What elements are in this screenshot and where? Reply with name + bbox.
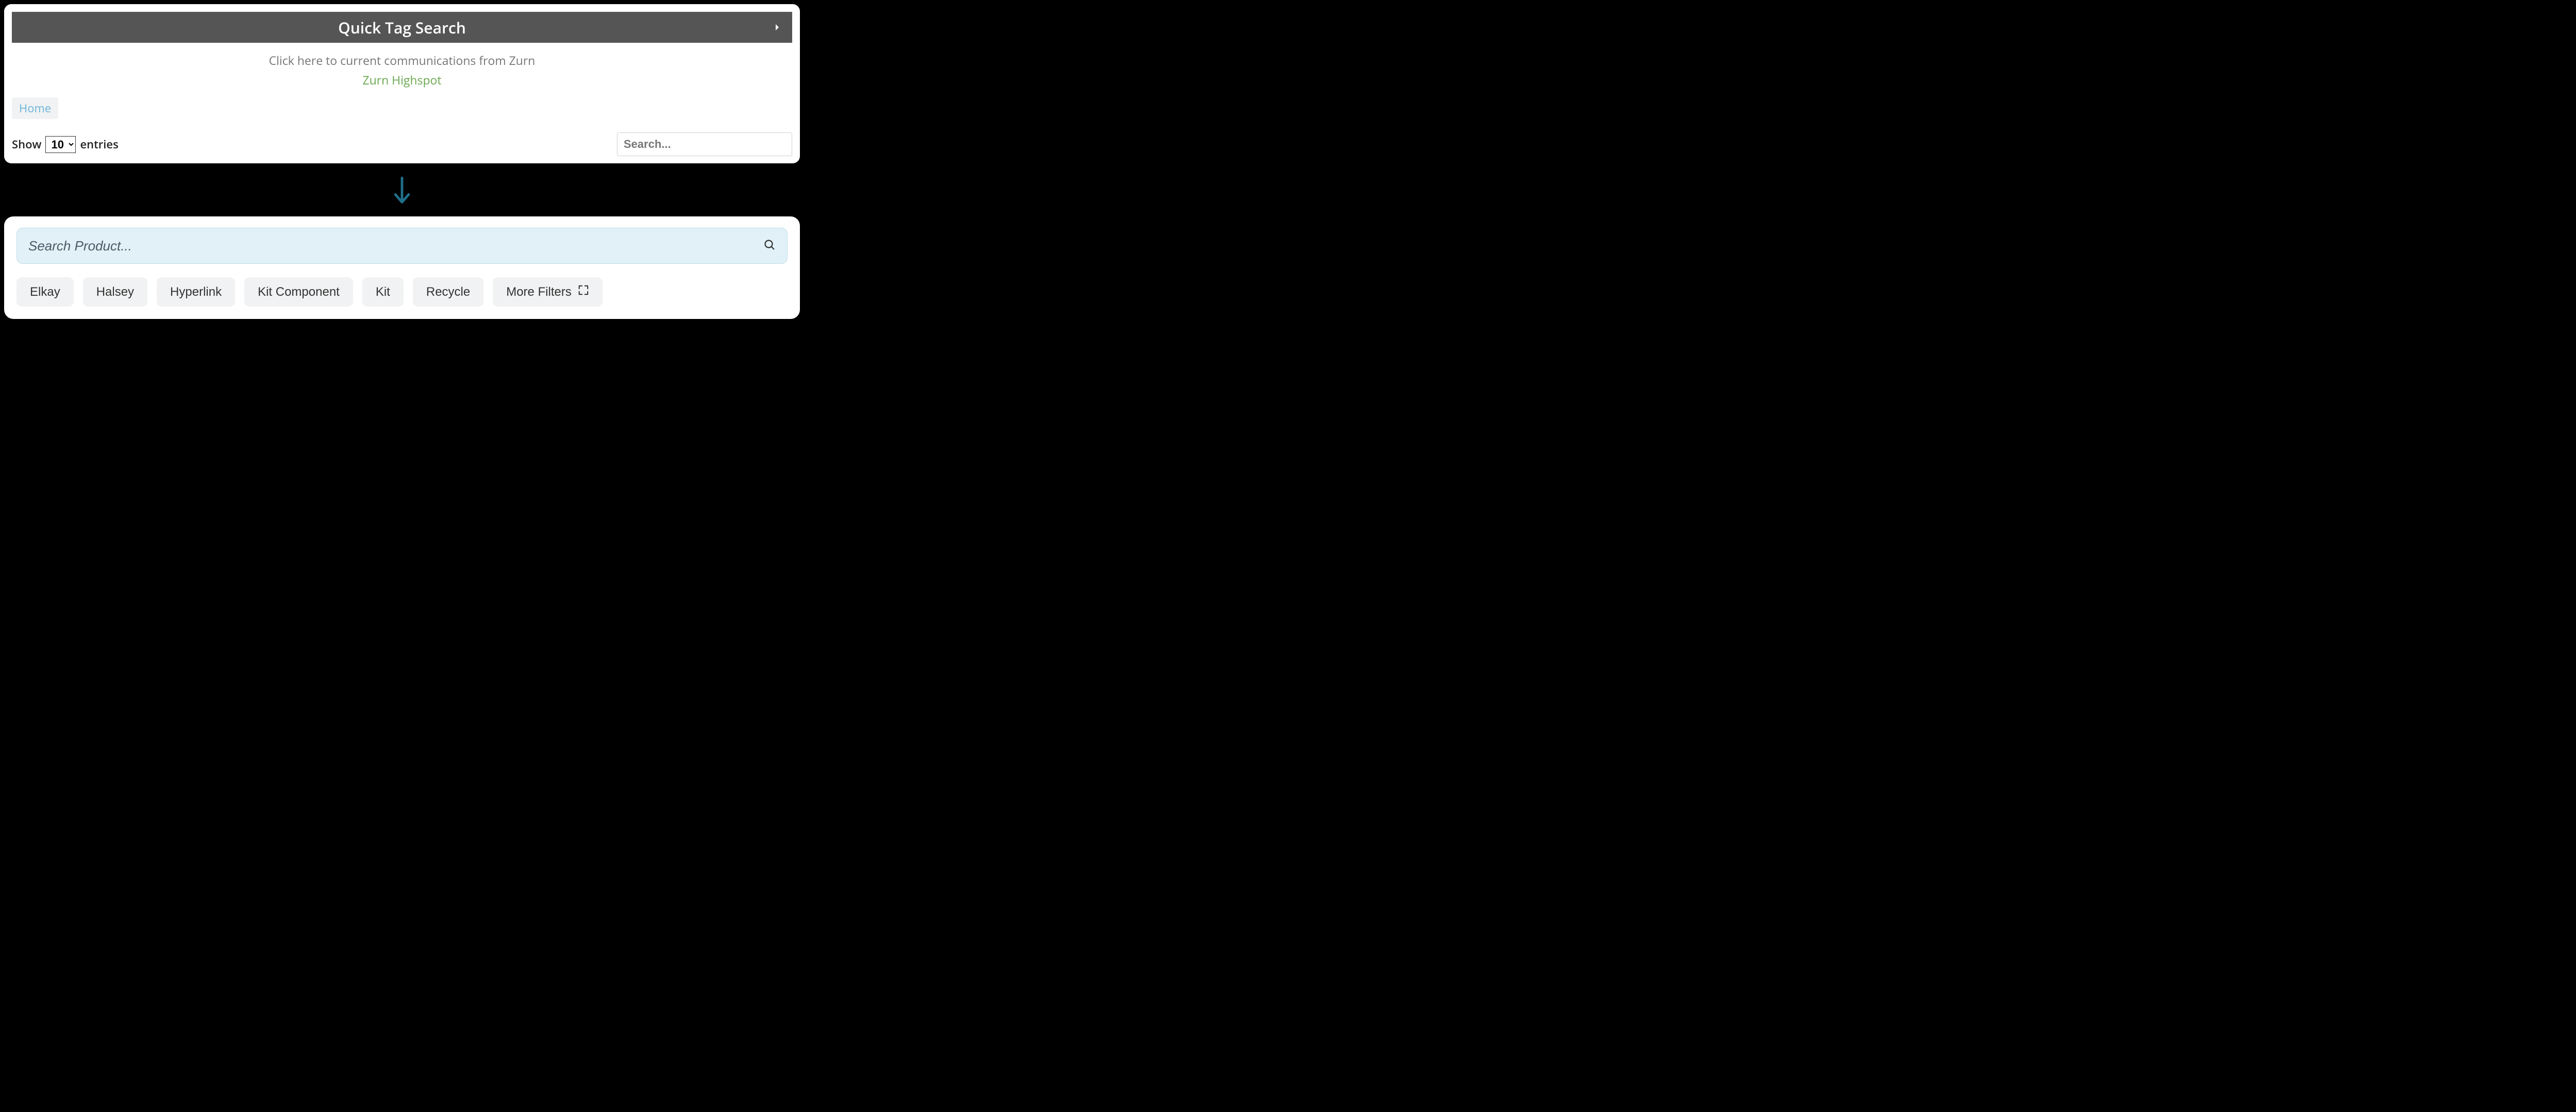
filter-label: Elkay: [30, 285, 60, 299]
communications-subtext: Click here to current communications fro…: [4, 52, 800, 69]
filter-chip-halsey[interactable]: Halsey: [83, 277, 147, 307]
new-ui-panel: Elkay Halsey Hyperlink Kit Component Kit…: [4, 216, 800, 319]
filter-label: Halsey: [96, 285, 134, 299]
breadcrumb: Home: [12, 97, 792, 119]
filter-chip-kit-component[interactable]: Kit Component: [244, 277, 353, 307]
filter-label: Kit: [376, 285, 390, 299]
show-label-suffix: entries: [80, 137, 118, 152]
arrow-down-icon: [0, 167, 804, 216]
filter-label: Recycle: [426, 285, 470, 299]
entries-select[interactable]: 10: [45, 136, 76, 153]
filter-chip-row: Elkay Halsey Hyperlink Kit Component Kit…: [16, 277, 788, 307]
filter-chip-hyperlink[interactable]: Hyperlink: [157, 277, 235, 307]
zurn-highspot-link[interactable]: Zurn Highspot: [4, 72, 800, 88]
quick-tag-search-title: Quick Tag Search: [338, 17, 466, 38]
search-icon[interactable]: [763, 239, 776, 254]
table-controls-row: Show 10 entries: [12, 132, 792, 156]
breadcrumb-home[interactable]: Home: [12, 97, 58, 119]
product-search-input[interactable]: [28, 238, 763, 254]
more-filters-button[interactable]: More Filters: [493, 277, 603, 307]
old-search-input[interactable]: [617, 132, 792, 156]
quick-tag-search-header: Quick Tag Search: [12, 12, 792, 43]
filter-label: Kit Component: [258, 285, 340, 299]
old-ui-panel: Quick Tag Search Click here to current c…: [4, 4, 800, 163]
chevron-right-icon[interactable]: [772, 22, 783, 33]
filter-chip-kit[interactable]: Kit: [362, 277, 404, 307]
more-filters-label: More Filters: [506, 285, 572, 299]
filter-chip-recycle[interactable]: Recycle: [413, 277, 483, 307]
filter-chip-elkay[interactable]: Elkay: [16, 277, 74, 307]
expand-icon: [578, 284, 589, 299]
filter-label: Hyperlink: [170, 285, 222, 299]
show-label-prefix: Show: [12, 137, 41, 152]
show-entries-control: Show 10 entries: [12, 136, 119, 153]
product-search-wrap[interactable]: [16, 228, 788, 264]
